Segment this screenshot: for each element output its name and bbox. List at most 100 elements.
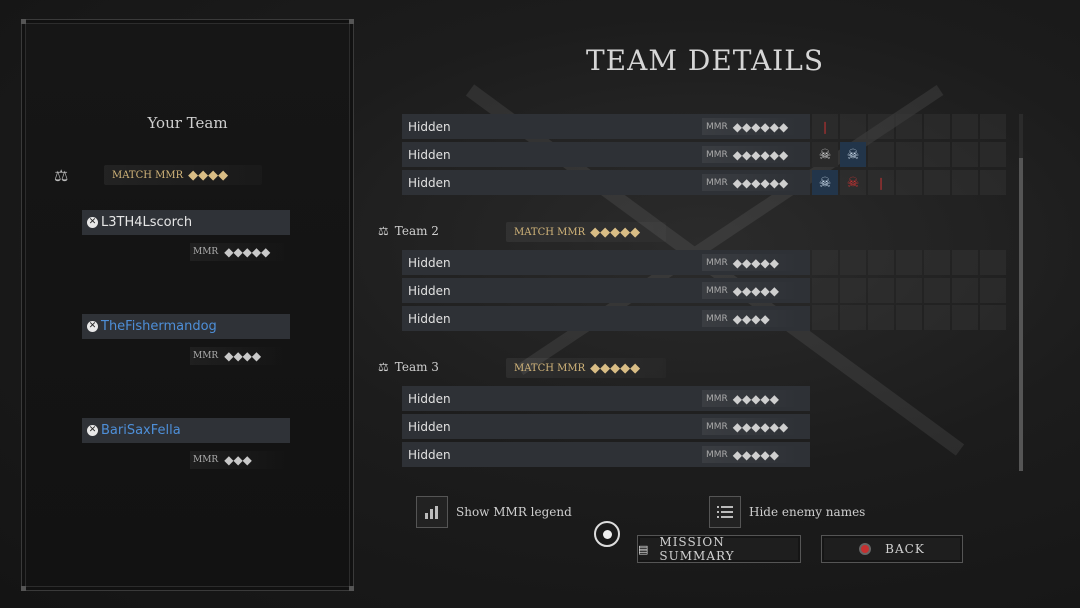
hunter-name: Hidden bbox=[408, 119, 451, 134]
grid-cell bbox=[924, 250, 950, 275]
bar-chart-icon bbox=[416, 496, 448, 528]
hunter-mmr: MMR ◆◆◆◆◆◆ bbox=[702, 118, 798, 135]
team-header: ⚖ Team 3 bbox=[378, 360, 439, 374]
team-row[interactable]: Hidden MMR ◆◆◆◆◆◆ bbox=[402, 114, 810, 139]
grid-cell bbox=[840, 305, 866, 331]
match-mmr-stars: ◆◆◆◆ bbox=[188, 167, 229, 183]
skull-icon[interactable]: ☠ bbox=[840, 142, 866, 167]
match-mmr-stars: ◆◆◆◆◆ bbox=[590, 224, 641, 240]
hunter-mmr: MMR ◆◆◆◆◆ bbox=[702, 282, 798, 299]
grid-cell bbox=[924, 142, 950, 167]
panel-corner bbox=[21, 586, 26, 591]
team-row[interactable]: Hidden MMR ◆◆◆◆◆ bbox=[402, 386, 810, 411]
team-row[interactable]: Hidden MMR ◆◆◆◆◆ bbox=[402, 278, 810, 303]
grid-cell bbox=[896, 277, 922, 303]
back-record-icon bbox=[859, 543, 872, 555]
grid-cell bbox=[952, 114, 978, 139]
mission-summary-button[interactable]: ▤ MISSION SUMMARY bbox=[637, 535, 801, 563]
team-name: Team 3 bbox=[394, 360, 439, 374]
red-mark-icon: ❘ bbox=[812, 114, 838, 139]
kill-grid: ❘ bbox=[812, 114, 1006, 139]
scrollbar-thumb[interactable] bbox=[1019, 158, 1023, 471]
mmr-label: MMR bbox=[193, 351, 219, 361]
skull-icon[interactable]: ☠ bbox=[812, 170, 838, 195]
team-list-scrollbar[interactable] bbox=[1019, 114, 1023, 471]
hunter-mmr: MMR ◆◆◆◆◆◆ bbox=[702, 418, 798, 435]
list-icon bbox=[709, 496, 741, 528]
player-row[interactable]: ✕ BariSaxFella bbox=[82, 418, 290, 443]
kill-grid bbox=[812, 250, 1006, 331]
player-mmr: MMR ◆◆◆◆◆ bbox=[190, 243, 288, 261]
xbox-icon: ✕ bbox=[87, 217, 98, 228]
skull-icon[interactable]: ☠ bbox=[812, 142, 838, 167]
team-row[interactable]: Hidden MMR ◆◆◆◆◆ bbox=[402, 442, 810, 467]
back-button[interactable]: BACK bbox=[821, 535, 963, 563]
grid-cell bbox=[980, 142, 1006, 167]
hunter-name: Hidden bbox=[408, 447, 451, 462]
grid-cell bbox=[896, 114, 922, 139]
grid-cell bbox=[924, 170, 950, 195]
grid-cell bbox=[924, 277, 950, 303]
team-row[interactable]: Hidden MMR ◆◆◆◆◆◆ bbox=[402, 142, 810, 167]
team-row[interactable]: Hidden MMR ◆◆◆◆ bbox=[402, 306, 810, 331]
grid-cell bbox=[924, 114, 950, 139]
player-row[interactable]: ✕ L3TH4Lscorch bbox=[82, 210, 290, 235]
grid-cell bbox=[868, 305, 894, 331]
your-team-panel: Your Team ✕ L3TH4Lscorch MMR ◆◆◆◆◆ ✕ The… bbox=[21, 19, 354, 591]
page-title: TEAM DETAILS bbox=[586, 44, 824, 77]
grid-cell bbox=[980, 277, 1006, 303]
grid-cell bbox=[896, 250, 922, 275]
grid-cell bbox=[812, 277, 838, 303]
grid-cell bbox=[980, 305, 1006, 331]
radio-selector-icon[interactable] bbox=[594, 521, 620, 547]
grid-cell bbox=[952, 277, 978, 303]
hunter-name: Hidden bbox=[408, 283, 451, 298]
match-mmr-label: MATCH MMR bbox=[112, 169, 184, 181]
xbox-icon: ✕ bbox=[87, 425, 98, 436]
mmr-stars: ◆◆◆◆◆ bbox=[224, 245, 271, 259]
match-mmr-label: MATCH MMR bbox=[514, 362, 586, 374]
scale-icon: ⚖ bbox=[378, 224, 389, 238]
grid-cell bbox=[812, 250, 838, 275]
team-name: Team 2 bbox=[394, 224, 439, 238]
your-team-title: Your Team bbox=[147, 114, 228, 132]
grid-cell bbox=[952, 170, 978, 195]
hunter-name: Hidden bbox=[408, 147, 451, 162]
player-name: TheFishermandog bbox=[101, 319, 217, 334]
team-row[interactable]: Hidden MMR ◆◆◆◆◆ bbox=[402, 250, 810, 275]
mmr-label: MMR bbox=[193, 455, 219, 465]
show-mmr-legend-toggle[interactable]: Show MMR legend bbox=[416, 496, 572, 528]
team-match-mmr: MATCH MMR ◆◆◆◆◆ bbox=[506, 358, 666, 378]
grid-cell bbox=[952, 142, 978, 167]
team-row[interactable]: Hidden MMR ◆◆◆◆◆◆ bbox=[402, 414, 810, 439]
mmr-label: MMR bbox=[193, 247, 219, 257]
hunter-mmr: MMR ◆◆◆◆◆ bbox=[702, 446, 798, 463]
match-mmr-label: MATCH MMR bbox=[514, 226, 586, 238]
player-mmr: MMR ◆◆◆ bbox=[190, 451, 288, 469]
grid-cell bbox=[812, 305, 838, 331]
grid-cell bbox=[924, 305, 950, 331]
team-row[interactable]: Hidden MMR ◆◆◆◆◆◆ bbox=[402, 170, 810, 195]
grid-cell bbox=[980, 170, 1006, 195]
kill-grid: ☠ ☠ bbox=[812, 142, 1006, 167]
skull-red-icon[interactable]: ☠ bbox=[840, 170, 866, 195]
grid-cell bbox=[840, 277, 866, 303]
mmr-stars: ◆◆◆◆ bbox=[224, 349, 262, 363]
player-mmr: MMR ◆◆◆◆ bbox=[190, 347, 288, 365]
hunter-mmr: MMR ◆◆◆◆◆◆ bbox=[702, 174, 798, 191]
mission-summary-label: MISSION SUMMARY bbox=[659, 535, 735, 563]
hide-enemy-names-label: Hide enemy names bbox=[749, 505, 866, 519]
grid-cell bbox=[896, 142, 922, 167]
grid-cell bbox=[868, 250, 894, 275]
back-label: BACK bbox=[885, 542, 925, 556]
grid-cell bbox=[868, 277, 894, 303]
player-name: BariSaxFella bbox=[101, 423, 181, 438]
player-row[interactable]: ✕ TheFishermandog bbox=[82, 314, 290, 339]
your-team-match-mmr: MATCH MMR ◆◆◆◆ bbox=[104, 165, 262, 185]
grid-cell bbox=[840, 114, 866, 139]
hunter-name: Hidden bbox=[408, 391, 451, 406]
hide-enemy-names-toggle[interactable]: Hide enemy names bbox=[709, 496, 865, 528]
radio-dot bbox=[602, 529, 612, 539]
hunter-name: Hidden bbox=[408, 255, 451, 270]
team-match-mmr: MATCH MMR ◆◆◆◆◆ bbox=[506, 222, 666, 242]
